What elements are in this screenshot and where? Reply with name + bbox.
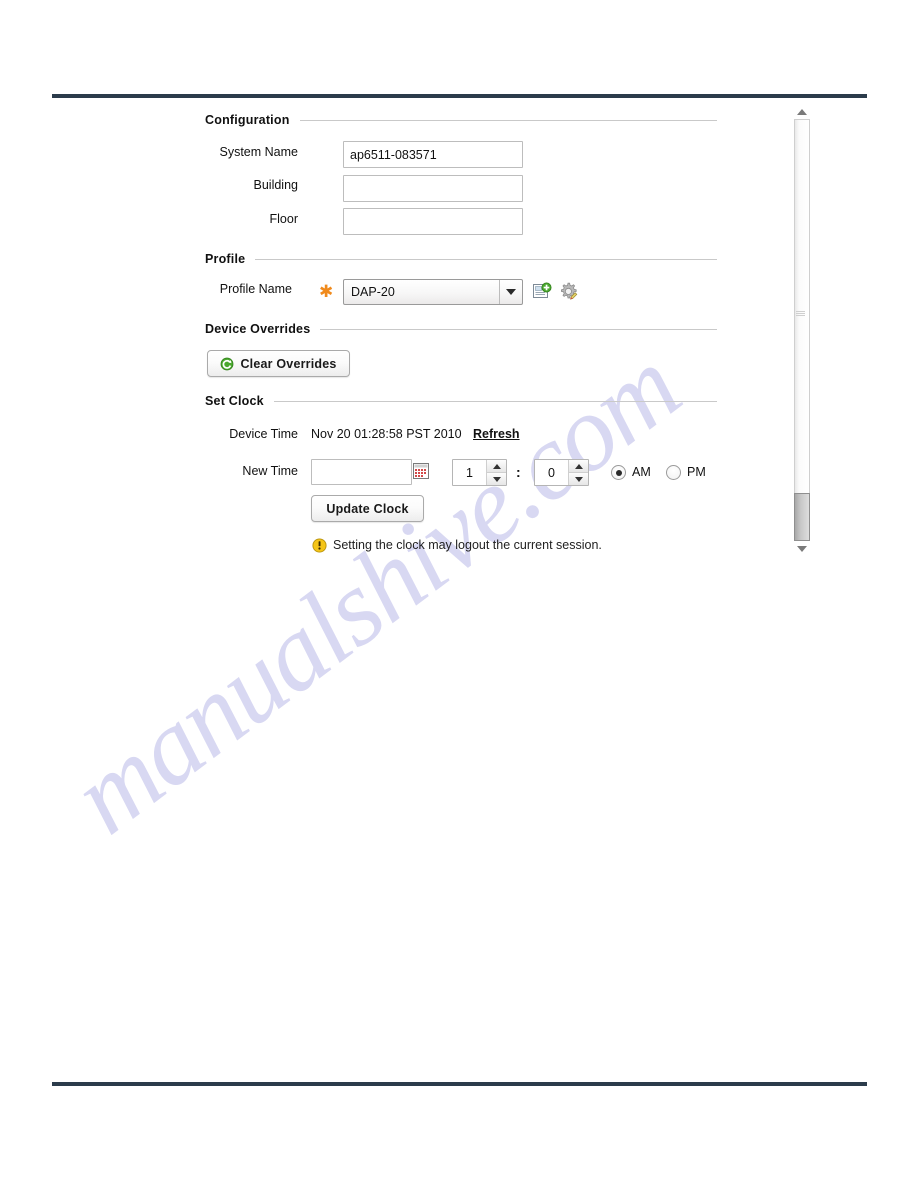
scrollbar-thumb[interactable] [794, 493, 810, 541]
device-time-value: Nov 20 01:28:58 PST 2010 [311, 427, 462, 441]
radio-pm[interactable] [666, 465, 681, 480]
section-rule [255, 258, 717, 260]
chevron-down-icon[interactable] [499, 280, 522, 304]
section-rule [299, 119, 717, 121]
hour-stepper[interactable]: 1 [452, 459, 507, 486]
floor-input[interactable] [343, 208, 523, 235]
update-clock-button[interactable]: Update Clock [311, 495, 424, 522]
warning-exclamation-icon [312, 538, 327, 553]
radio-pm-label: PM [687, 465, 706, 479]
clear-overrides-label: Clear Overrides [240, 356, 337, 371]
radio-am[interactable] [611, 465, 626, 480]
section-rule [273, 400, 717, 402]
scroll-up-arrow-icon[interactable] [794, 105, 809, 118]
label-system-name: System Name [219, 145, 299, 159]
section-title-configuration: Configuration [205, 113, 290, 127]
minute-stepper-arrows[interactable] [568, 460, 588, 485]
section-title-device-overrides: Device Overrides [205, 322, 311, 336]
label-building: Building [253, 178, 298, 192]
scrollbar-grip-marks [796, 311, 805, 317]
label-new-time: New Time [242, 464, 298, 478]
required-asterisk-icon: ✱ [319, 282, 334, 301]
radio-am-label: AM [632, 465, 651, 479]
refresh-link[interactable]: Refresh [473, 427, 520, 441]
minute-stepper[interactable]: 0 [534, 459, 589, 486]
hour-decrement-icon[interactable] [487, 473, 506, 485]
section-header-set-clock: Set Clock [205, 394, 717, 408]
profile-name-select[interactable]: DAP-20 [343, 279, 523, 305]
minute-increment-icon[interactable] [569, 460, 588, 473]
refresh-circle-icon [220, 357, 234, 371]
section-rule [320, 328, 717, 330]
building-input[interactable] [343, 175, 523, 202]
section-header-configuration: Configuration [205, 113, 717, 127]
hour-stepper-arrows[interactable] [486, 460, 506, 485]
minute-decrement-icon[interactable] [569, 473, 588, 485]
edit-profile-gear-icon[interactable] [558, 281, 578, 301]
hour-value[interactable]: 1 [453, 460, 486, 485]
system-name-input[interactable] [343, 141, 523, 168]
scrollbar-track[interactable] [794, 119, 810, 541]
section-header-device-overrides: Device Overrides [205, 322, 717, 336]
section-header-profile: Profile [205, 252, 717, 266]
time-separator: : [516, 464, 521, 480]
calendar-picker-icon[interactable] [413, 463, 429, 479]
clear-overrides-button[interactable]: Clear Overrides [207, 350, 350, 377]
label-profile-name: Profile Name [219, 282, 292, 296]
minute-value[interactable]: 0 [535, 460, 568, 485]
new-time-input[interactable] [311, 459, 412, 485]
form-content: Configuration System Name Building Floor… [0, 0, 918, 1188]
clock-warning-text: Setting the clock may logout the current… [333, 538, 602, 552]
section-title-set-clock: Set Clock [205, 394, 264, 408]
label-floor: Floor [269, 212, 298, 226]
scroll-down-arrow-icon[interactable] [794, 542, 809, 555]
label-device-time: Device Time [229, 427, 298, 441]
vertical-scrollbar[interactable] [792, 105, 812, 555]
new-profile-icon[interactable] [532, 282, 552, 302]
profile-name-selected-value: DAP-20 [351, 285, 395, 299]
section-title-profile: Profile [205, 252, 246, 266]
hour-increment-icon[interactable] [487, 460, 506, 473]
update-clock-label: Update Clock [326, 501, 409, 516]
